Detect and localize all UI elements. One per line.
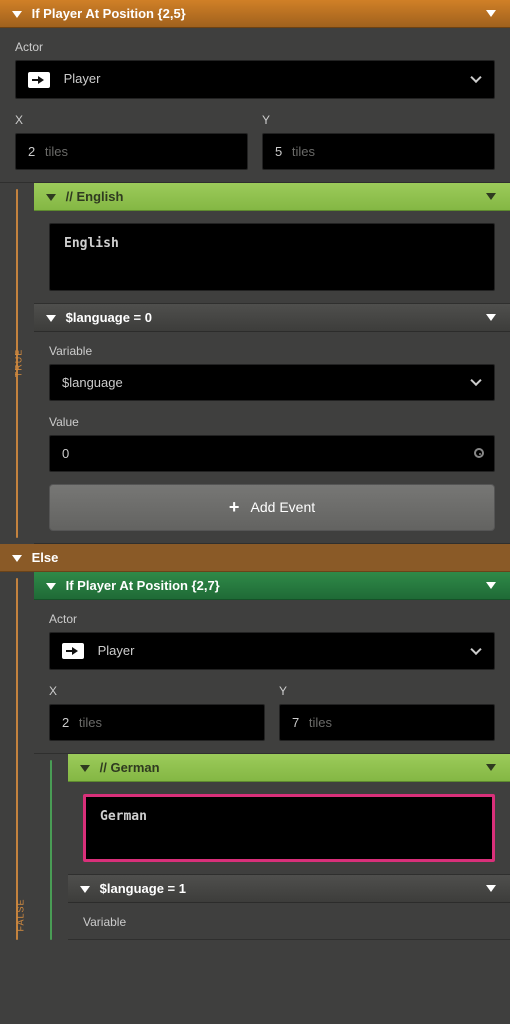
if-header-inner[interactable]: If Player At Position {2,7} bbox=[34, 572, 510, 600]
add-event-button[interactable]: + Add Event bbox=[49, 484, 495, 531]
collapse-icon bbox=[80, 886, 90, 893]
comment-title: // English bbox=[66, 189, 124, 204]
actor-value: Player bbox=[98, 643, 135, 658]
x-unit: tiles bbox=[79, 715, 102, 730]
y-input[interactable]: 7 tiles bbox=[279, 704, 495, 741]
setvar-header-0[interactable]: $language = 0 bbox=[34, 304, 510, 332]
y-input[interactable]: 5 tiles bbox=[262, 133, 495, 170]
collapse-icon bbox=[46, 194, 56, 201]
comment-text-english[interactable]: English bbox=[49, 223, 495, 291]
true-rail: TRUE bbox=[0, 183, 34, 544]
x-input[interactable]: 2 tiles bbox=[49, 704, 265, 741]
if-header-title: If Player At Position {2,5} bbox=[32, 6, 186, 21]
actor-value: Player bbox=[64, 71, 101, 86]
setvar-header-1[interactable]: $language = 1 bbox=[68, 875, 510, 903]
actor-select[interactable]: Player bbox=[15, 60, 495, 99]
comment-title: // German bbox=[100, 760, 160, 775]
y-label: Y bbox=[262, 113, 495, 127]
x-label: X bbox=[49, 684, 265, 698]
true-label: TRUE bbox=[13, 349, 23, 378]
collapse-icon bbox=[12, 555, 22, 562]
menu-icon[interactable] bbox=[486, 885, 496, 892]
value-value: 0 bbox=[62, 446, 69, 461]
y-unit: tiles bbox=[309, 715, 332, 730]
y-value: 5 bbox=[275, 144, 282, 159]
variable-value: $language bbox=[62, 375, 123, 390]
variable-label: Variable bbox=[83, 915, 495, 929]
menu-icon[interactable] bbox=[486, 10, 496, 17]
false-rail: FALSE bbox=[0, 572, 34, 941]
chevron-down-icon bbox=[470, 644, 481, 655]
false-label: FALSE bbox=[16, 899, 26, 932]
variable-label: Variable bbox=[49, 344, 495, 358]
if-header-outer[interactable]: If Player At Position {2,5} bbox=[0, 0, 510, 28]
value-input[interactable]: 0 bbox=[49, 435, 495, 472]
y-value: 7 bbox=[292, 715, 299, 730]
add-event-label: Add Event bbox=[251, 499, 316, 515]
setvar-title: $language = 0 bbox=[66, 310, 152, 325]
y-label: Y bbox=[279, 684, 495, 698]
inner-true-rail bbox=[34, 754, 68, 940]
chevron-down-icon bbox=[470, 72, 481, 83]
else-header[interactable]: Else bbox=[0, 544, 510, 572]
y-unit: tiles bbox=[292, 144, 315, 159]
chevron-down-icon bbox=[470, 375, 481, 386]
x-value: 2 bbox=[28, 144, 35, 159]
collapse-icon bbox=[46, 315, 56, 322]
x-value: 2 bbox=[62, 715, 69, 730]
menu-icon[interactable] bbox=[486, 193, 496, 200]
comment-header-english[interactable]: // English bbox=[34, 183, 510, 211]
collapse-icon bbox=[46, 583, 56, 590]
menu-icon[interactable] bbox=[486, 764, 496, 771]
collapse-icon bbox=[80, 765, 90, 772]
comment-text-german[interactable]: German bbox=[83, 794, 495, 862]
x-input[interactable]: 2 tiles bbox=[15, 133, 248, 170]
actor-label: Actor bbox=[15, 40, 495, 54]
if-header-title: If Player At Position {2,7} bbox=[66, 578, 220, 593]
setvar-title: $language = 1 bbox=[100, 881, 186, 896]
plus-icon: + bbox=[229, 497, 240, 517]
variable-select[interactable]: $language bbox=[49, 364, 495, 401]
collapse-icon bbox=[12, 11, 22, 18]
x-label: X bbox=[15, 113, 248, 127]
value-label: Value bbox=[49, 415, 495, 429]
player-icon bbox=[62, 643, 84, 659]
x-unit: tiles bbox=[45, 144, 68, 159]
menu-icon[interactable] bbox=[486, 582, 496, 589]
value-type-icon[interactable] bbox=[474, 448, 484, 458]
player-icon bbox=[28, 72, 50, 88]
comment-header-german[interactable]: // German bbox=[68, 754, 510, 782]
else-title: Else bbox=[32, 550, 59, 565]
actor-label: Actor bbox=[49, 612, 495, 626]
actor-select[interactable]: Player bbox=[49, 632, 495, 671]
menu-icon[interactable] bbox=[486, 314, 496, 321]
